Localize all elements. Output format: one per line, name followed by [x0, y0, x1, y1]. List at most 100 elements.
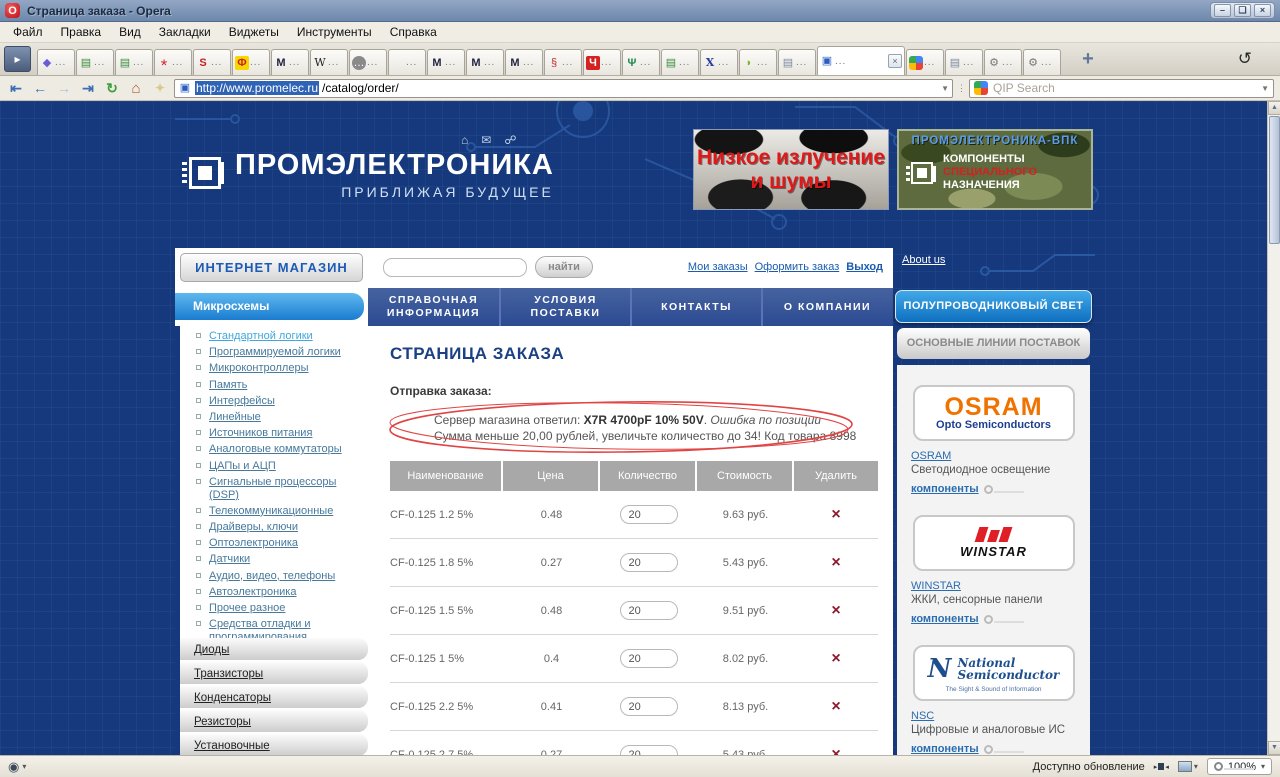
- delete-item-button-0[interactable]: ×: [831, 507, 840, 523]
- quantity-input-0[interactable]: [620, 505, 678, 524]
- forward-button[interactable]: →: [54, 79, 74, 97]
- components-link[interactable]: компоненты: [911, 613, 979, 625]
- quantity-input-5[interactable]: [620, 745, 678, 755]
- tab-23[interactable]: ⚙...: [984, 49, 1022, 75]
- winstar-logo[interactable]: WINSTAR: [913, 515, 1075, 571]
- sidebar-link-2[interactable]: Микроконтроллеры: [209, 362, 309, 374]
- delete-item-button-1[interactable]: ×: [831, 555, 840, 571]
- tab-6[interactable]: M...: [271, 49, 309, 75]
- sidebar-link-10[interactable]: Телекоммуникационные: [209, 505, 333, 517]
- quantity-input-2[interactable]: [620, 601, 678, 620]
- sidebar-link-0[interactable]: Стандартной логики: [209, 330, 313, 342]
- scroll-up-arrow[interactable]: ▲: [1268, 101, 1280, 115]
- tab-11[interactable]: M...: [466, 49, 504, 75]
- close-button[interactable]: ×: [1254, 4, 1271, 17]
- minimize-button[interactable]: –: [1214, 4, 1231, 17]
- tab-10[interactable]: M...: [427, 49, 465, 75]
- tab-18[interactable]: ◗...: [739, 49, 777, 75]
- sidebar-header-microchips[interactable]: Микросхемы: [175, 293, 364, 320]
- search-dropdown-arrow-icon[interactable]: ▼: [1261, 84, 1269, 93]
- tab-3[interactable]: *...: [154, 49, 192, 75]
- category-link-0[interactable]: Диоды: [194, 644, 229, 656]
- delete-item-button-3[interactable]: ×: [831, 651, 840, 667]
- quantity-input-3[interactable]: [620, 649, 678, 668]
- search-input[interactable]: [993, 81, 1256, 95]
- nsc-logo[interactable]: NNationalSemiconductorThe Sight & Sound …: [913, 645, 1075, 701]
- banner-vpk[interactable]: ПРОМЭЛЕКТРОНИКА-ВПК КОМПОНЕНТЫ СПЕЦИАЛЬН…: [897, 129, 1093, 210]
- sidebar-link-16[interactable]: Прочее разное: [209, 602, 285, 614]
- zoom-dropdown-arrow-icon[interactable]: ▾: [1261, 762, 1265, 771]
- maximize-button[interactable]: ❏: [1234, 4, 1251, 17]
- tab-active-promelec[interactable]: ▣...×: [817, 46, 905, 75]
- url-field[interactable]: ▣ http://www.promelec.ru /catalog/order/…: [174, 79, 953, 98]
- tab-15[interactable]: Ψ...: [622, 49, 660, 75]
- new-tab-button[interactable]: +: [1070, 46, 1106, 72]
- home-button[interactable]: ⌂: [126, 79, 146, 97]
- tab-reference-info[interactable]: СПРАВОЧНАЯ ИНФОРМАЦИЯ: [368, 288, 499, 326]
- web-search-field[interactable]: ▼: [969, 79, 1274, 98]
- category-link-1[interactable]: Транзисторы: [194, 668, 263, 680]
- category-pill-0[interactable]: Диоды: [180, 638, 368, 660]
- update-available-label[interactable]: Доступно обновление: [1033, 761, 1145, 773]
- images-dropdown-arrow-icon[interactable]: ▾: [1194, 762, 1198, 771]
- banner-low-noise[interactable]: Низкое излучение и шумы: [693, 129, 889, 210]
- images-toggle-icon[interactable]: [1178, 761, 1192, 772]
- delete-item-button-5[interactable]: ×: [831, 747, 840, 756]
- sidebar-link-9[interactable]: Сигнальные процессоры (DSP): [209, 476, 336, 501]
- key-icon[interactable]: ✦: [150, 79, 170, 97]
- sidebar-link-7[interactable]: Аналоговые коммутаторы: [209, 443, 342, 455]
- menu-Закладки[interactable]: Закладки: [150, 23, 220, 41]
- category-pill-3[interactable]: Резисторы: [180, 710, 368, 732]
- tab-13[interactable]: §...: [544, 49, 582, 75]
- quantity-input-1[interactable]: [620, 553, 678, 572]
- tab-close-icon[interactable]: ×: [888, 54, 902, 68]
- menu-Виджеты[interactable]: Виджеты: [220, 23, 288, 41]
- url-dropdown-arrow-icon[interactable]: ▼: [941, 84, 949, 93]
- category-link-3[interactable]: Резисторы: [194, 716, 251, 728]
- tab-16[interactable]: ▤...: [661, 49, 699, 75]
- category-link-2[interactable]: Конденсаторы: [194, 692, 271, 704]
- rewind-button[interactable]: ⇤: [6, 79, 26, 97]
- mail-icon[interactable]: ✉: [481, 133, 491, 147]
- find-button[interactable]: найти: [535, 256, 593, 278]
- sidebar-link-14[interactable]: Аудио, видео, телефоны: [209, 570, 335, 582]
- delete-item-button-4[interactable]: ×: [831, 699, 840, 715]
- tab-14[interactable]: Ч...: [583, 49, 621, 75]
- tab-22[interactable]: ▤...: [945, 49, 983, 75]
- category-pill-4[interactable]: Установочные: [180, 734, 368, 755]
- sidebar-link-6[interactable]: Источников питания: [209, 427, 312, 439]
- menu-Инструменты[interactable]: Инструменты: [288, 23, 381, 41]
- tab-contacts[interactable]: КОНТАКТЫ: [630, 288, 761, 326]
- panels-toggle-icon[interactable]: ▸◂: [1154, 763, 1169, 771]
- page-scrollbar[interactable]: ▲ ▼: [1267, 101, 1280, 755]
- globe-dropdown-arrow-icon[interactable]: ▾: [22, 762, 26, 771]
- tab-about-company[interactable]: О КОМПАНИИ: [761, 288, 892, 326]
- main-supply-lines-button[interactable]: ОСНОВНЫЕ ЛИНИИ ПОСТАВОК: [897, 328, 1090, 359]
- panel-toggle-button[interactable]: ▸: [4, 46, 31, 72]
- menu-Вид[interactable]: Вид: [110, 23, 150, 41]
- reload-button[interactable]: ↻: [102, 79, 122, 97]
- tab-1[interactable]: ▤...: [76, 49, 114, 75]
- sidebar-link-3[interactable]: Память: [209, 379, 247, 391]
- sidebar-link-15[interactable]: Автоэлектроника: [209, 586, 296, 598]
- category-pill-2[interactable]: Конденсаторы: [180, 686, 368, 708]
- scroll-down-arrow[interactable]: ▼: [1268, 741, 1280, 755]
- components-link[interactable]: компоненты: [911, 483, 979, 495]
- sidebar-link-4[interactable]: Интерфейсы: [209, 395, 275, 407]
- tab-4[interactable]: S...: [193, 49, 231, 75]
- tab-5[interactable]: Ф...: [232, 49, 270, 75]
- menu-Файл[interactable]: Файл: [4, 23, 52, 41]
- semiconductor-light-button[interactable]: ПОЛУПРОВОДНИКОВЫЙ СВЕТ: [895, 290, 1092, 323]
- sidebar-link-13[interactable]: Датчики: [209, 553, 250, 565]
- toolbar-divider[interactable]: ⋮: [957, 86, 965, 91]
- tab-7[interactable]: W...: [310, 49, 348, 75]
- sitemap-icon[interactable]: ☍: [504, 133, 516, 147]
- delete-item-button-2[interactable]: ×: [831, 603, 840, 619]
- checkout-link[interactable]: Оформить заказ: [755, 261, 840, 273]
- shop-search-input[interactable]: [383, 258, 527, 277]
- reopen-closed-tabs-button[interactable]: ↺: [1238, 46, 1252, 72]
- sidebar-link-8[interactable]: ЦАПы и АЦП: [209, 460, 276, 472]
- tab-0[interactable]: ◆...: [37, 49, 75, 75]
- brand-link-WINSTAR[interactable]: WINSTAR: [911, 580, 961, 592]
- tab-12[interactable]: M...: [505, 49, 543, 75]
